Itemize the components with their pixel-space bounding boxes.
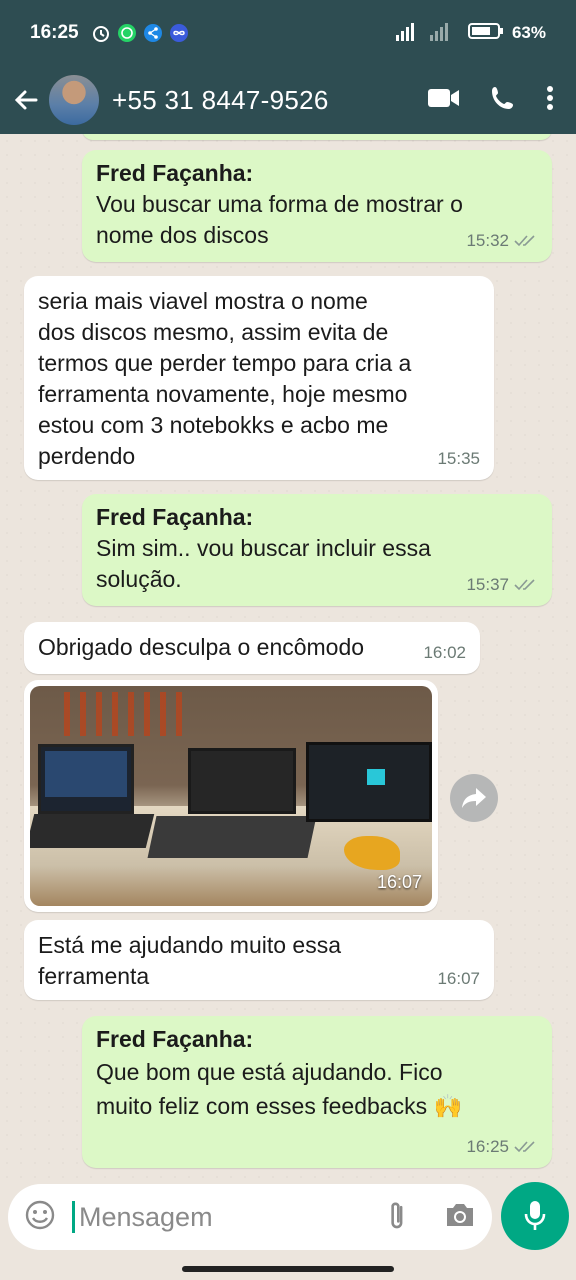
composer-actions xyxy=(384,1199,476,1236)
message-meta: 16:02 xyxy=(423,637,466,668)
photo-laptop-left-base xyxy=(30,814,155,848)
photo-monitor xyxy=(306,742,432,822)
alarm-icon xyxy=(91,23,111,43)
message-input[interactable]: Mensagem xyxy=(72,1201,213,1233)
message-time: 16:07 xyxy=(437,969,480,988)
message-text: seria mais viavel mostra o nome dos disc… xyxy=(38,288,412,469)
photo-laptop-center xyxy=(188,748,296,814)
message-time: 15:35 xyxy=(437,449,480,468)
chat-area[interactable]: Fred Façanha: Vou buscar uma forma de mo… xyxy=(0,134,576,1180)
message-text: Está me ajudando muito essa ferramenta xyxy=(38,932,342,989)
status-time: 16:25 xyxy=(30,22,79,43)
share-notification-icon xyxy=(143,23,163,43)
contact-name[interactable]: +55 31 8447-9526 xyxy=(112,85,329,116)
message-time: 15:37 xyxy=(466,575,509,594)
message-meta: 16:07 xyxy=(437,963,480,994)
message-meta: 15:37 xyxy=(466,569,538,600)
message-meta: 15:32 xyxy=(466,225,538,256)
message-sender: Fred Façanha: xyxy=(96,1026,254,1052)
header-actions xyxy=(428,85,554,116)
attach-icon[interactable] xyxy=(384,1199,414,1236)
message-bubble[interactable]: Está me ajudando muito essa ferramenta 1… xyxy=(24,920,494,1000)
video-call-icon[interactable] xyxy=(428,87,460,114)
message-time: 16:25 xyxy=(466,1137,509,1156)
message-meta: 15:35 xyxy=(437,443,480,474)
back-button[interactable] xyxy=(6,80,46,120)
mic-button[interactable] xyxy=(501,1182,569,1250)
photo-tools xyxy=(64,692,184,736)
avatar[interactable] xyxy=(48,74,100,126)
camera-icon[interactable] xyxy=(444,1201,476,1234)
forward-icon xyxy=(462,788,486,808)
message-input-box[interactable]: Mensagem xyxy=(8,1184,492,1250)
forward-button[interactable] xyxy=(450,774,498,822)
message-time: 16:02 xyxy=(423,643,466,662)
message-time: 15:32 xyxy=(466,231,509,250)
link-notification-icon xyxy=(169,23,189,43)
status-bar: 16:25 63% xyxy=(0,0,576,66)
message-sender: Fred Façanha: xyxy=(96,504,254,530)
composer-bar: Mensagem xyxy=(0,1180,576,1280)
status-right: 63% xyxy=(395,21,546,46)
photo-laptop-left xyxy=(38,744,134,814)
message-sender: Fred Façanha: xyxy=(96,160,254,186)
more-vert-icon[interactable] xyxy=(546,85,554,116)
signal-icon xyxy=(395,21,460,46)
message-bubble[interactable]: seria mais viavel mostra o nome dos disc… xyxy=(24,276,494,480)
photo-laptop-center-base xyxy=(147,816,317,858)
whatsapp-notification-icon xyxy=(117,23,137,43)
double-check-icon xyxy=(514,1140,535,1152)
image-message[interactable]: 16:07 xyxy=(24,680,438,912)
phone-icon[interactable] xyxy=(490,85,516,116)
message-text: Obrigado desculpa o encômodo xyxy=(38,634,365,660)
message-text: Que bom que está ajudando. Fico muito fe… xyxy=(96,1059,463,1119)
battery-icon xyxy=(467,21,504,46)
mic-icon xyxy=(524,1201,546,1230)
back-arrow-icon xyxy=(14,90,38,110)
battery-level: 63% xyxy=(511,23,546,42)
chat-header: +55 31 8447-9526 xyxy=(0,66,576,134)
message-bubble[interactable]: Fred Façanha: Que bom que está ajudando.… xyxy=(82,1016,552,1168)
gesture-nav-bar[interactable] xyxy=(182,1266,394,1272)
message-bubble-partial xyxy=(82,134,552,140)
emoji-icon[interactable] xyxy=(24,1199,56,1236)
message-bubble[interactable]: Obrigado desculpa o encômodo 16:02 xyxy=(24,622,480,674)
message-bubble[interactable]: Fred Façanha: Sim sim.. vou buscar inclu… xyxy=(82,494,552,606)
double-check-icon xyxy=(514,578,535,590)
message-bubble[interactable]: Fred Façanha: Vou buscar uma forma de mo… xyxy=(82,150,552,262)
double-check-icon xyxy=(514,234,535,246)
message-meta: 16:25 xyxy=(466,1131,538,1162)
photo-laptops[interactable]: 16:07 xyxy=(30,686,432,906)
message-time: 16:07 xyxy=(376,872,422,892)
